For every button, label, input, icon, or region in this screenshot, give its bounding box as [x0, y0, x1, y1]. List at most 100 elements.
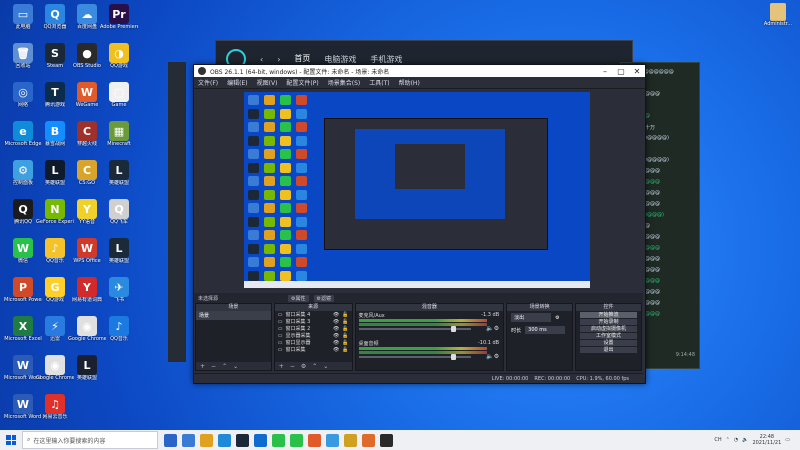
search-box[interactable]: ⌕ 在这里输入你要搜索的内容	[22, 431, 158, 449]
chevron-up-icon[interactable]: ⌃	[726, 437, 730, 443]
remove-icon[interactable]: −	[290, 363, 295, 370]
properties-button[interactable]: ⚙属性	[288, 294, 309, 302]
taskbar-app-icon[interactable]	[254, 433, 267, 447]
input-method-indicator[interactable]: CH	[714, 437, 721, 443]
control-button[interactable]: 开始推流	[580, 312, 637, 318]
app-icon: ▭	[13, 4, 33, 24]
remove-icon[interactable]: −	[211, 363, 216, 370]
desktop-icon[interactable]: L 英雄联盟	[100, 158, 138, 196]
desktop-icon[interactable]: Q QQ飞车	[100, 197, 138, 235]
clock[interactable]: 22:48 2021/11/21	[752, 434, 781, 446]
volume-slider[interactable]	[358, 326, 471, 332]
taskbar-app-icon[interactable]	[308, 433, 321, 447]
source-name: 窗口采集	[285, 347, 306, 353]
source-item[interactable]: ▭ 显示器采集 👁 🔓	[275, 332, 352, 340]
duration-input[interactable]: 300 ms	[525, 326, 566, 334]
speaker-icon[interactable]: 🔈⚙	[486, 353, 499, 360]
eye-icon[interactable]: 👁	[333, 340, 339, 346]
slider-knob[interactable]	[450, 354, 456, 360]
control-button[interactable]: 工作室模式	[580, 333, 637, 339]
menu-item[interactable]: 帮助(H)	[399, 78, 420, 87]
taskbar-app-icon[interactable]	[164, 433, 177, 447]
source-item[interactable]: ▭ 窗口显示器 👁 🔓	[275, 339, 352, 347]
gear-icon[interactable]: ⚙	[555, 315, 559, 321]
tab-pc-games[interactable]: 电脑游戏	[324, 54, 356, 65]
chevron-down-icon[interactable]: ⌄	[233, 363, 238, 370]
transition-select[interactable]: 淡出	[511, 313, 552, 322]
lock-icon[interactable]: 🔓	[342, 333, 348, 339]
lock-icon[interactable]: 🔓	[342, 347, 348, 353]
tab-mobile-games[interactable]: 手机游戏	[370, 54, 402, 65]
lock-icon[interactable]: 🔓	[342, 326, 348, 332]
slider-knob[interactable]	[450, 326, 456, 332]
taskbar-app-icon[interactable]	[218, 433, 231, 447]
back-icon[interactable]: ‹	[260, 55, 263, 64]
minimize-icon[interactable]: –	[597, 67, 613, 76]
add-icon[interactable]: +	[279, 363, 284, 370]
chevron-up-icon[interactable]: ⌃	[312, 363, 317, 370]
taskbar-app-icon[interactable]	[236, 433, 249, 447]
taskbar-app-icon[interactable]	[362, 433, 375, 447]
desktop-icon[interactable]: Pr Adobe Premiere	[100, 2, 138, 40]
menu-item[interactable]: 配置文件(P)	[286, 78, 318, 87]
desktop-icon[interactable]: ♫ 网易云音乐	[36, 392, 74, 430]
menu-item[interactable]: 工具(T)	[369, 78, 389, 87]
eye-icon[interactable]: 👁	[333, 312, 339, 318]
control-button[interactable]: 启动虚拟摄像机	[580, 326, 637, 332]
filters-button[interactable]: ⚙滤镜	[313, 294, 334, 302]
desktop-icon-label: Minecraft	[107, 141, 131, 147]
eye-icon[interactable]: 👁	[333, 326, 339, 332]
volume-slider[interactable]	[358, 354, 471, 360]
source-item[interactable]: ▭ 窗口采集 4 👁 🔓	[275, 311, 352, 319]
network-icon[interactable]: ◔	[734, 437, 738, 443]
chevron-up-icon[interactable]: ⌃	[222, 363, 227, 370]
obs-titlebar[interactable]: OBS 26.1.1 (64-bit, windows) - 配置文件: 未命名…	[194, 65, 645, 77]
obs-window[interactable]: OBS 26.1.1 (64-bit, windows) - 配置文件: 未命名…	[193, 64, 646, 384]
scene-item[interactable]: 场景	[196, 311, 271, 320]
preview-area[interactable]	[194, 89, 643, 293]
notification-icon[interactable]: ▭	[785, 437, 790, 443]
preview-canvas[interactable]	[244, 92, 590, 288]
eye-icon[interactable]: 👁	[333, 347, 339, 353]
desktop-icon[interactable]: ▢ Game	[100, 80, 138, 118]
gear-icon[interactable]: ⚙	[301, 363, 306, 370]
desktop-icon[interactable]: ♪ QQ音乐	[100, 314, 138, 352]
lock-icon[interactable]: 🔓	[342, 340, 348, 346]
menu-item[interactable]: 编辑(E)	[227, 78, 247, 87]
source-item[interactable]: ▭ 窗口采集 3 👁 🔓	[275, 318, 352, 326]
control-button[interactable]: 设置	[580, 340, 637, 346]
maximize-icon[interactable]: ▢	[613, 67, 629, 76]
desktop-icon[interactable]: ✈ 飞书	[100, 275, 138, 313]
taskbar-app-icon[interactable]	[182, 433, 195, 447]
taskbar-app-icon[interactable]	[380, 433, 393, 447]
taskbar-app-icon[interactable]	[344, 433, 357, 447]
menu-item[interactable]: 文件(F)	[198, 78, 218, 87]
desktop-icon[interactable]: ▦ Minecraft	[100, 119, 138, 157]
chevron-down-icon[interactable]: ⌄	[323, 363, 328, 370]
close-icon[interactable]: ✕	[629, 67, 645, 76]
forward-icon[interactable]: ›	[277, 55, 280, 64]
source-item[interactable]: ▭ 窗口采集 2 👁 🔓	[275, 325, 352, 333]
add-icon[interactable]: +	[200, 363, 205, 370]
taskbar-app-icon[interactable]	[200, 433, 213, 447]
lock-icon[interactable]: 🔓	[342, 319, 348, 325]
taskbar-app-icon[interactable]	[272, 433, 285, 447]
volume-icon[interactable]: 🔈	[742, 437, 748, 443]
desktop-icon-admin[interactable]: Administr...	[760, 3, 796, 27]
desktop-icon[interactable]: L 英雄联盟	[100, 236, 138, 274]
control-button[interactable]: 开始录制	[580, 319, 637, 325]
menu-item[interactable]: 视图(V)	[257, 78, 278, 87]
desktop-icon[interactable]: L 英雄联盟	[68, 353, 106, 391]
eye-icon[interactable]: 👁	[333, 333, 339, 339]
speaker-icon[interactable]: 🔈⚙	[486, 325, 499, 332]
desktop-icon[interactable]: ◑ QQ游戏	[100, 41, 138, 79]
source-item[interactable]: ▭ 窗口采集 👁 🔓	[275, 346, 352, 354]
control-button[interactable]: 退出	[580, 347, 637, 353]
taskbar-app-icon[interactable]	[326, 433, 339, 447]
app-icon: N	[45, 199, 65, 219]
eye-icon[interactable]: 👁	[333, 319, 339, 325]
taskbar-app-icon[interactable]	[290, 433, 303, 447]
lock-icon[interactable]: 🔓	[342, 312, 348, 318]
menu-item[interactable]: 场景集合(S)	[328, 78, 361, 87]
start-button[interactable]	[0, 430, 22, 450]
